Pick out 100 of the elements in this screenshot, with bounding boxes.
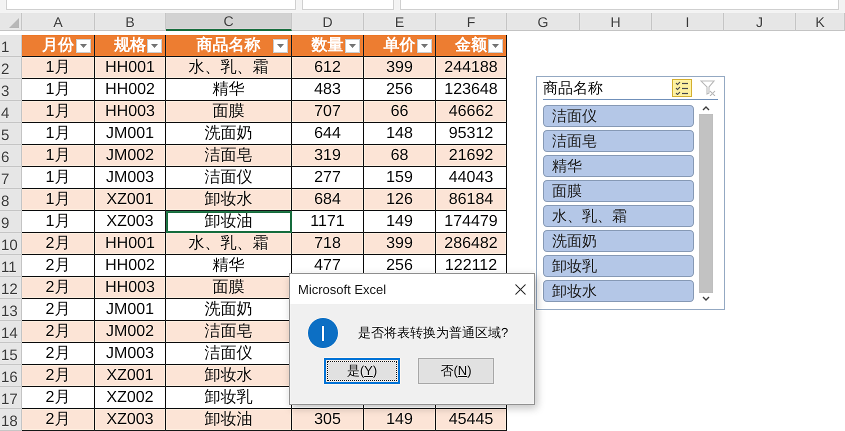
table-cell[interactable]: 洗面奶: [166, 299, 292, 321]
table-cell[interactable]: 1月: [22, 101, 95, 123]
table-cell[interactable]: 卸妆水: [166, 365, 292, 387]
scroll-up-icon[interactable]: [702, 105, 710, 111]
table-cell[interactable]: 卸妆乳: [166, 387, 292, 409]
table-cell[interactable]: 2月: [22, 255, 95, 277]
row-header[interactable]: 5: [0, 123, 22, 145]
table-cell[interactable]: 46662: [436, 101, 507, 123]
multi-select-button[interactable]: [672, 79, 692, 97]
table-cell[interactable]: 1171: [292, 211, 364, 233]
table-cell[interactable]: 面膜: [166, 101, 292, 123]
table-cell[interactable]: XZ002: [95, 387, 166, 409]
table-cell[interactable]: JM003: [95, 343, 166, 365]
table-cell[interactable]: HH001: [95, 233, 166, 255]
table-cell[interactable]: 卸妆油: [166, 211, 292, 233]
table-cell[interactable]: JM002: [95, 145, 166, 167]
table-cell[interactable]: 2月: [22, 365, 95, 387]
table-cell[interactable]: HH002: [95, 79, 166, 101]
table-cell[interactable]: HH002: [95, 255, 166, 277]
table-cell[interactable]: 66: [364, 101, 436, 123]
row-header[interactable]: 8: [0, 189, 22, 211]
table-cell[interactable]: 洁面皂: [166, 145, 292, 167]
table-cell[interactable]: 2月: [22, 387, 95, 409]
table-cell[interactable]: 149: [364, 211, 436, 233]
table-cell[interactable]: 44043: [436, 167, 507, 189]
table-cell[interactable]: 卸妆水: [166, 189, 292, 211]
table-cell[interactable]: HH003: [95, 277, 166, 299]
filter-dropdown-button[interactable]: [273, 39, 288, 53]
table-cell[interactable]: XZ001: [95, 365, 166, 387]
table-cell[interactable]: 洁面皂: [166, 321, 292, 343]
table-cell[interactable]: HH003: [95, 101, 166, 123]
table-cell[interactable]: 1月: [22, 145, 95, 167]
table-cell[interactable]: 244188: [436, 57, 507, 79]
column-header[interactable]: H: [580, 13, 652, 31]
table-cell[interactable]: 123648: [436, 79, 507, 101]
table-cell[interactable]: XZ001: [95, 189, 166, 211]
table-cell[interactable]: 126: [364, 189, 436, 211]
table-cell[interactable]: XZ003: [95, 211, 166, 233]
filter-dropdown-button[interactable]: [345, 39, 360, 53]
row-header[interactable]: 10: [0, 233, 22, 255]
row-header[interactable]: 14: [0, 321, 22, 343]
table-cell[interactable]: 305: [292, 409, 364, 431]
table-cell[interactable]: 718: [292, 233, 364, 255]
table-cell[interactable]: 洁面仪: [166, 167, 292, 189]
table-cell[interactable]: 2月: [22, 277, 95, 299]
table-cell[interactable]: 水、乳、霜: [166, 233, 292, 255]
column-header[interactable]: K: [796, 13, 845, 31]
table-cell[interactable]: 1月: [22, 189, 95, 211]
table-cell[interactable]: 精华: [166, 255, 292, 277]
row-header[interactable]: 18: [0, 409, 22, 431]
column-header[interactable]: D: [292, 13, 364, 31]
row-header[interactable]: 9: [0, 211, 22, 233]
table-cell[interactable]: 2月: [22, 233, 95, 255]
row-header[interactable]: 4: [0, 101, 22, 123]
table-cell[interactable]: 483: [292, 79, 364, 101]
slicer-item[interactable]: 精华: [543, 155, 694, 177]
column-header[interactable]: C: [166, 13, 292, 31]
table-cell[interactable]: XZ003: [95, 409, 166, 431]
column-header[interactable]: J: [724, 13, 796, 31]
table-cell[interactable]: 洁面仪: [166, 343, 292, 365]
table-cell[interactable]: 水、乳、霜: [166, 57, 292, 79]
toolbar-field[interactable]: [302, 0, 394, 10]
scroll-down-icon[interactable]: [702, 296, 710, 302]
table-cell[interactable]: 612: [292, 57, 364, 79]
slicer-item[interactable]: 洗面奶: [543, 230, 694, 252]
table-cell[interactable]: 399: [364, 57, 436, 79]
table-cell[interactable]: 286482: [436, 233, 507, 255]
table-cell[interactable]: 148: [364, 123, 436, 145]
table-cell[interactable]: 1月: [22, 211, 95, 233]
row-header[interactable]: 2: [0, 57, 22, 79]
table-cell[interactable]: 95312: [436, 123, 507, 145]
scrollbar-thumb[interactable]: [699, 114, 713, 293]
table-cell[interactable]: 159: [364, 167, 436, 189]
table-cell[interactable]: 174479: [436, 211, 507, 233]
table-cell[interactable]: 1月: [22, 167, 95, 189]
table-cell[interactable]: 707: [292, 101, 364, 123]
close-icon[interactable]: [515, 284, 526, 294]
filter-dropdown-button[interactable]: [417, 39, 432, 53]
table-cell[interactable]: JM001: [95, 299, 166, 321]
table-cell[interactable]: JM002: [95, 321, 166, 343]
column-header[interactable]: E: [364, 13, 436, 31]
table-cell[interactable]: 1月: [22, 57, 95, 79]
toolbar-field[interactable]: [6, 0, 296, 10]
slicer-item[interactable]: 水、乳、霜: [543, 205, 694, 227]
table-cell[interactable]: HH001: [95, 57, 166, 79]
table-cell[interactable]: JM001: [95, 123, 166, 145]
table-cell[interactable]: 68: [364, 145, 436, 167]
table-cell[interactable]: 684: [292, 189, 364, 211]
column-header[interactable]: B: [95, 13, 166, 31]
row-header[interactable]: 1: [0, 35, 22, 57]
slicer-item[interactable]: 卸妆乳: [543, 255, 694, 277]
row-header[interactable]: 13: [0, 299, 22, 321]
table-cell[interactable]: 卸妆油: [166, 409, 292, 431]
table-cell[interactable]: 21692: [436, 145, 507, 167]
table-cell[interactable]: 644: [292, 123, 364, 145]
table-cell[interactable]: 2月: [22, 299, 95, 321]
table-cell[interactable]: JM003: [95, 167, 166, 189]
table-cell[interactable]: 2月: [22, 321, 95, 343]
filter-dropdown-button[interactable]: [147, 39, 162, 53]
row-header[interactable]: 3: [0, 79, 22, 101]
